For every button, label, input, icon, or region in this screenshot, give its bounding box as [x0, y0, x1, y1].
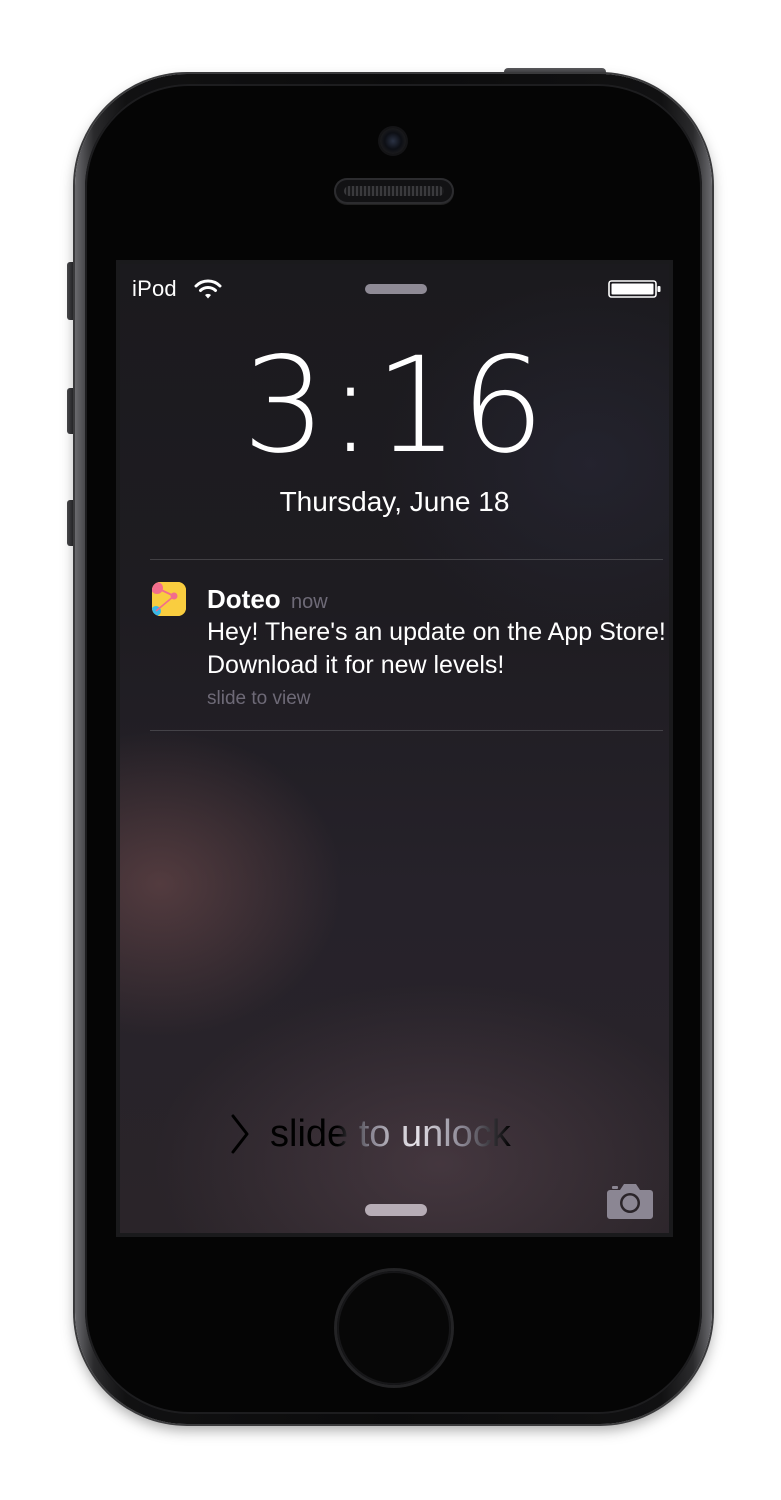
status-bar: iPod	[120, 264, 669, 316]
battery-full-icon	[608, 280, 661, 298]
notification-time: now	[291, 591, 328, 613]
front-camera	[380, 128, 406, 154]
notification-bottom-divider	[150, 730, 663, 731]
lock-screen-time: 3:16	[242, 329, 547, 483]
notification-card[interactable]: Doteo now Hey! There's an update on the …	[150, 564, 669, 734]
notification-action-hint[interactable]: slide to view	[207, 688, 311, 710]
slide-to-unlock-label: slide to unlock	[270, 1110, 511, 1158]
carrier-label: iPod	[132, 276, 177, 301]
notification-top-divider	[150, 559, 663, 560]
wifi-icon	[194, 279, 222, 299]
doteo-app-icon	[152, 582, 186, 616]
camera-icon[interactable]	[606, 1180, 654, 1220]
notification-app-name: Doteo	[207, 584, 281, 614]
notification-center-grabber[interactable]	[365, 284, 427, 294]
lock-screen-date: Thursday, June 18	[279, 486, 510, 517]
device-mockup: iPod 3:16 Thursday, June 18 Doteo now He…	[0, 0, 781, 1500]
lock-screen: iPod 3:16 Thursday, June 18 Doteo now He…	[116, 260, 673, 1237]
control-center-grabber[interactable]	[365, 1204, 427, 1216]
home-button[interactable]	[337, 1271, 451, 1385]
notification-message: Hey! There's an update on the App Store!…	[207, 618, 666, 679]
chevron-right-icon	[231, 1114, 249, 1154]
earpiece-speaker	[334, 178, 454, 204]
